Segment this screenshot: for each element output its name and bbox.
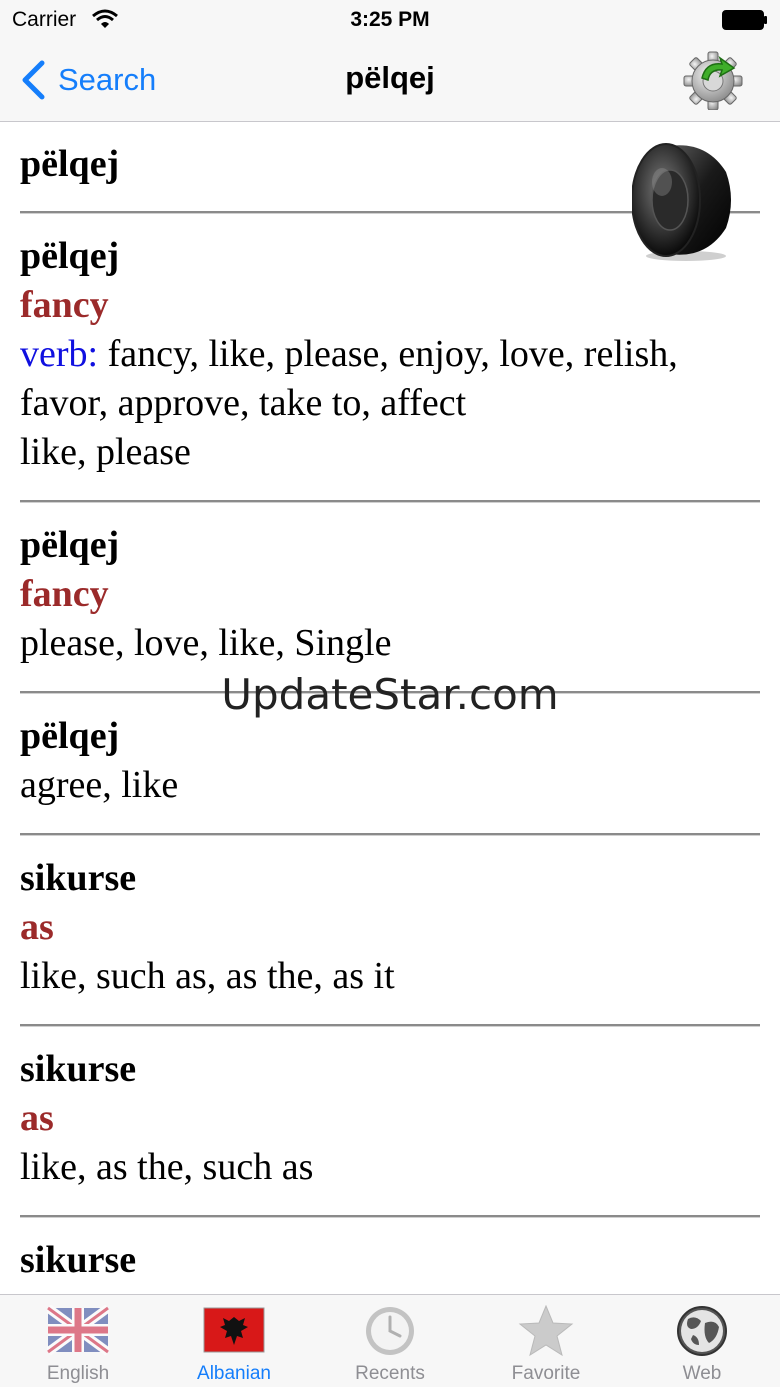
clock-icon: [366, 1307, 414, 1355]
entry-headword: pëlqej: [20, 715, 120, 757]
entry-definition: agree, like: [20, 764, 179, 806]
uk-flag-icon: [47, 1305, 109, 1356]
star-icon: [518, 1305, 574, 1357]
entry-headword: pëlqej: [20, 524, 120, 566]
list-item[interactable]: sikurse as like, such as, as the, as it: [0, 836, 780, 1001]
tab-label: Favorite: [511, 1363, 581, 1384]
list-item[interactable]: pëlqej fancy please, love, like, Single: [0, 503, 780, 668]
entry-definition: verb: fancy, like, please, enjoy, love, …: [20, 330, 760, 379]
status-time: 3:25 PM: [350, 8, 430, 31]
list-item[interactable]: pëlqej agree, like: [0, 694, 780, 810]
albania-flag-icon: [203, 1307, 265, 1353]
chevron-left-icon: [22, 60, 45, 100]
entry-translation: as: [20, 1097, 54, 1139]
back-button-label: Search: [58, 62, 157, 97]
tab-label: English: [46, 1363, 110, 1384]
status-bar: Carrier 3:25 PM: [0, 0, 780, 40]
entry-translation: fancy: [20, 573, 109, 615]
speaker-icon[interactable]: [632, 138, 736, 262]
entry-definition: please, love, like, Single: [20, 622, 392, 664]
gear-refresh-icon[interactable]: [682, 48, 744, 110]
tab-label: Web: [682, 1363, 722, 1384]
entry-extra: like, please: [20, 431, 191, 473]
entry-definition: like, as it: [20, 1285, 760, 1294]
tab-albanian[interactable]: Albanian: [156, 1295, 312, 1387]
definition-text: fancy, like, please, enjoy, love, relish…: [98, 333, 678, 375]
tab-english[interactable]: English: [0, 1295, 156, 1387]
list-item[interactable]: sikurse as like, as the, such as: [0, 1027, 780, 1192]
globe-icon: [677, 1306, 727, 1356]
back-button[interactable]: Search: [20, 58, 156, 102]
battery-icon: [722, 10, 767, 30]
tab-bar: English Albanian Recents Favorite Web: [0, 1294, 780, 1387]
entry-headword: sikurse: [20, 857, 137, 899]
dictionary-content: pëlqej pëlqej fancy verb: fancy, like, p…: [0, 122, 780, 1294]
part-of-speech: verb:: [20, 333, 99, 375]
list-item[interactable]: sikurse like, as it: [0, 1218, 780, 1294]
entry-headword: sikurse: [20, 1239, 137, 1281]
entry-definition-continued: favor, approve, take to, affect: [20, 382, 467, 424]
entry-translation: as: [20, 906, 54, 948]
tab-label: Albanian: [197, 1363, 271, 1384]
entry-headword: sikurse: [20, 1048, 137, 1090]
entry-translation: fancy: [20, 284, 109, 326]
tab-web[interactable]: Web: [624, 1295, 780, 1387]
tab-label: Recents: [355, 1363, 425, 1384]
tab-favorite[interactable]: Favorite: [468, 1295, 624, 1387]
navigation-bar: Search pëlqej: [0, 40, 780, 122]
tab-recents[interactable]: Recents: [312, 1295, 468, 1387]
entry-definition: like, as the, such as: [20, 1146, 314, 1188]
entry-definition: like, such as, as the, as it: [20, 955, 395, 997]
